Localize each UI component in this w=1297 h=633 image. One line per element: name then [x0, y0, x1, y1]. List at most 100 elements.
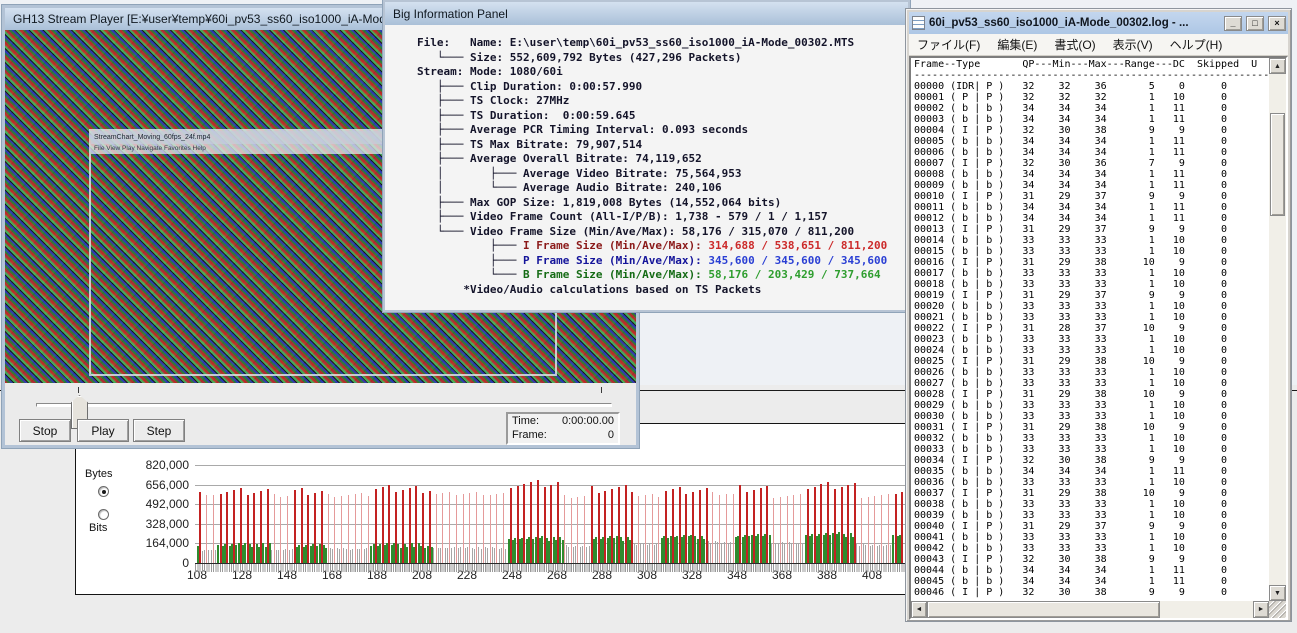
scroll-down-icon[interactable]: ▼ [1269, 585, 1286, 601]
log-window-titlebar[interactable]: 60i_pv53_ss60_iso1000_iA-Mode_00302.log … [909, 12, 1288, 34]
bar-i-frame [462, 494, 464, 563]
bar-b-frame [359, 548, 360, 563]
bar-i-frame [476, 492, 477, 563]
resize-grip-icon[interactable] [1269, 601, 1286, 618]
log-vertical-scrollbar[interactable]: ▲ ▼ [1269, 58, 1286, 601]
bar-b-frame [586, 546, 588, 563]
bar-i-frame [482, 495, 484, 563]
bar-b-frame [343, 547, 345, 563]
info-panel-titlebar[interactable]: Big Information Panel [385, 2, 908, 25]
bar-b-frame [872, 545, 873, 563]
bar-b-frame [890, 545, 891, 563]
info-line: │ ├─── Average Video Bitrate: 75,564,953 [417, 166, 742, 180]
bar-i-frame [287, 495, 288, 563]
info-line: ├─── Average PCR Timing Interval: 0.093 … [417, 123, 749, 136]
bar-b-frame [856, 544, 858, 563]
bar-i-frame [773, 497, 774, 563]
bar-i-frame [563, 494, 565, 563]
bar-i-frame [887, 494, 889, 563]
log-notepad-window: 60i_pv53_ss60_iso1000_iA-Mode_00302.log … [905, 8, 1292, 622]
bar-b-frame [437, 548, 439, 563]
bar-b-frame [775, 542, 777, 563]
scroll-left-icon[interactable]: ◄ [911, 601, 927, 618]
bar-b-frame [707, 541, 709, 563]
bar-i-frame [334, 496, 336, 563]
bar-i-frame [725, 494, 727, 563]
bar-b-frame [802, 543, 804, 563]
bar-b-frame [876, 545, 878, 563]
bar-b-frame [208, 550, 210, 563]
bar-b-frame [458, 547, 459, 563]
bar-i-frame [442, 493, 444, 563]
bar-i-frame [860, 497, 862, 563]
bar-i-frame [449, 492, 450, 563]
bar-i-frame [577, 496, 579, 563]
bar-b-frame [865, 545, 867, 563]
bar-b-frame [291, 549, 293, 563]
bar-b-frame [215, 550, 216, 563]
bar-b-frame [566, 545, 567, 563]
info-line: Stream: Mode: 1080/60i [417, 65, 563, 78]
bar-b-frame [491, 547, 493, 563]
log-text-area[interactable]: Frame--Type QP---Min---Max---Range---DC … [909, 56, 1288, 620]
log-horizontal-scrollbar[interactable]: ◄ ► [911, 601, 1269, 618]
bar-b-frame [653, 544, 655, 563]
bar-b-frame [647, 545, 648, 563]
info-line: │ └─── Average Audio Bitrate: 240,106 [417, 181, 722, 194]
bar-b-frame [572, 547, 574, 563]
bar-b-frame [446, 547, 448, 563]
bar-b-frame [656, 544, 657, 563]
menu-item-4[interactable]: ヘルプ(H) [1170, 36, 1223, 53]
bar-b-frame [284, 549, 286, 563]
bar-b-frame [480, 548, 482, 563]
bar-i-frame [644, 495, 646, 563]
bar-i-frame [719, 495, 720, 563]
log-hscroll-thumb[interactable] [927, 601, 1160, 618]
menu-item-2[interactable]: 書式(O) [1054, 36, 1095, 53]
bar-i-frame [354, 493, 356, 563]
bar-b-frame [460, 547, 462, 563]
bar-i-frame [786, 496, 788, 563]
time-frame-readout: Time: 0:00:00.00 Frame: 0 [506, 412, 620, 445]
big-information-panel-window: Big Information Panel File: Name: E:\use… [383, 0, 910, 312]
scroll-right-icon[interactable]: ► [1253, 601, 1269, 618]
stop-button[interactable]: Stop [19, 419, 71, 442]
bar-i-frame [347, 494, 349, 563]
bar-b-frame [271, 549, 273, 563]
scroll-up-icon[interactable]: ▲ [1269, 58, 1286, 74]
bar-b-frame [329, 548, 331, 563]
bar-b-frame [784, 543, 786, 563]
time-label: Time: [512, 415, 540, 427]
menu-item-0[interactable]: ファイル(F) [917, 36, 980, 53]
bar-i-frame [867, 496, 869, 563]
info-line: └─── Video Frame Size (Min/Ave/Max): 58,… [417, 224, 855, 238]
bar-b-frame [649, 544, 651, 563]
bar-b-frame [453, 547, 455, 563]
menu-item-1[interactable]: 編集(E) [997, 36, 1037, 53]
close-button[interactable]: × [1268, 15, 1286, 31]
step-button[interactable]: Step [133, 419, 185, 442]
bar-b-frame [730, 541, 732, 563]
menu-item-3[interactable]: 表示(V) [1113, 36, 1153, 53]
bar-b-frame [433, 547, 435, 563]
bar-b-frame [336, 547, 338, 563]
maximize-button[interactable]: □ [1246, 15, 1264, 31]
bar-b-frame [710, 542, 711, 563]
info-line: ├─── TS Duration: 0:00:59.645 [417, 108, 636, 122]
bar-i-frame [732, 493, 734, 563]
play-button[interactable]: Play [77, 419, 129, 442]
bar-b-frame [642, 544, 644, 563]
bar-b-frame [467, 547, 468, 563]
bar-b-frame [363, 549, 365, 563]
bar-b-frame [365, 548, 367, 563]
seek-slider-track[interactable] [36, 403, 612, 407]
bar-b-frame [444, 548, 446, 563]
log-vscroll-thumb[interactable] [1270, 113, 1285, 216]
log-text[interactable]: Frame--Type QP---Min---Max---Range---DC … [914, 59, 1286, 598]
info-line: ├─── TS Clock: 27MHz [417, 94, 570, 107]
bar-i-frame [469, 493, 471, 563]
minimize-button[interactable]: _ [1224, 15, 1242, 31]
y-axis-label: 164,000 [145, 536, 189, 551]
desktop: Bytes Bits 0 164,000 328,000 492,000 656,000… [0, 0, 1297, 633]
bar-i-frame [273, 493, 275, 563]
